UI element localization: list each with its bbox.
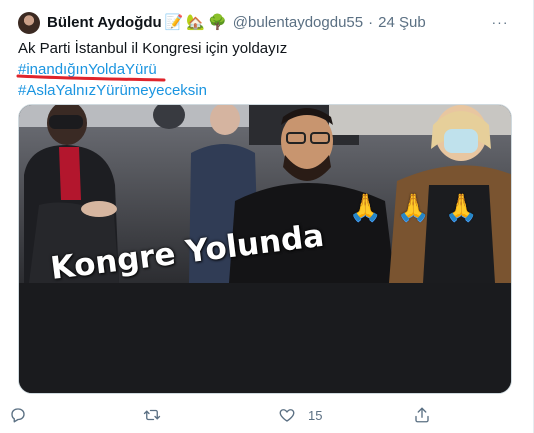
- praying-hands-icon: 🙏: [445, 193, 478, 223]
- like-button[interactable]: 15: [278, 404, 322, 426]
- avatar[interactable]: [18, 12, 40, 34]
- house-emoji-icon: 🏡: [186, 13, 206, 31]
- retweet-button[interactable]: [143, 404, 173, 426]
- display-name[interactable]: Bülent Aydoğdu: [47, 14, 162, 31]
- share-button[interactable]: [413, 404, 431, 426]
- tweet-card[interactable]: Bülent Aydoğdu 📝 🏡 🌳 @bulentaydogdu55 · …: [0, 0, 534, 433]
- reply-button[interactable]: [9, 404, 39, 426]
- tweet-text-line: Ak Parti İstanbul il Kongresi için yolda…: [18, 40, 288, 57]
- tweet-media[interactable]: Kongre Yolunda 🙏 🙏 🙏: [18, 104, 512, 394]
- more-options-button[interactable]: ···: [491, 13, 509, 31]
- photo-dark-area: [19, 283, 511, 393]
- tweet-header: Bülent Aydoğdu 📝 🏡 🌳 @bulentaydogdu55 · …: [47, 11, 426, 33]
- tweet-date[interactable]: 24 Şub: [378, 14, 426, 31]
- tweet-actions: 15: [0, 404, 534, 426]
- red-underline-annotation: [16, 74, 166, 82]
- like-count: 15: [308, 407, 323, 423]
- tree-emoji-icon: 🌳: [208, 13, 227, 31]
- tweet-text: Ak Parti İstanbul il Kongresi için yolda…: [16, 38, 498, 101]
- retweet-icon: [143, 409, 161, 421]
- heart-icon: [279, 409, 295, 422]
- share-icon: [415, 407, 429, 423]
- more-dots-icon: ···: [491, 14, 509, 30]
- separator-dot: ·: [368, 13, 374, 31]
- reply-icon: [11, 408, 25, 423]
- praying-hands-icon: 🙏: [397, 193, 430, 223]
- user-handle[interactable]: @bulentaydogdu55: [233, 14, 363, 31]
- hashtag-link[interactable]: #inandığınYoldaYürü: [16, 59, 166, 82]
- hashtag-link[interactable]: #AslaYalnızYürümeyeceksin: [18, 82, 207, 99]
- memo-emoji-icon: 📝: [164, 13, 184, 31]
- praying-hands-icon: 🙏: [349, 193, 382, 223]
